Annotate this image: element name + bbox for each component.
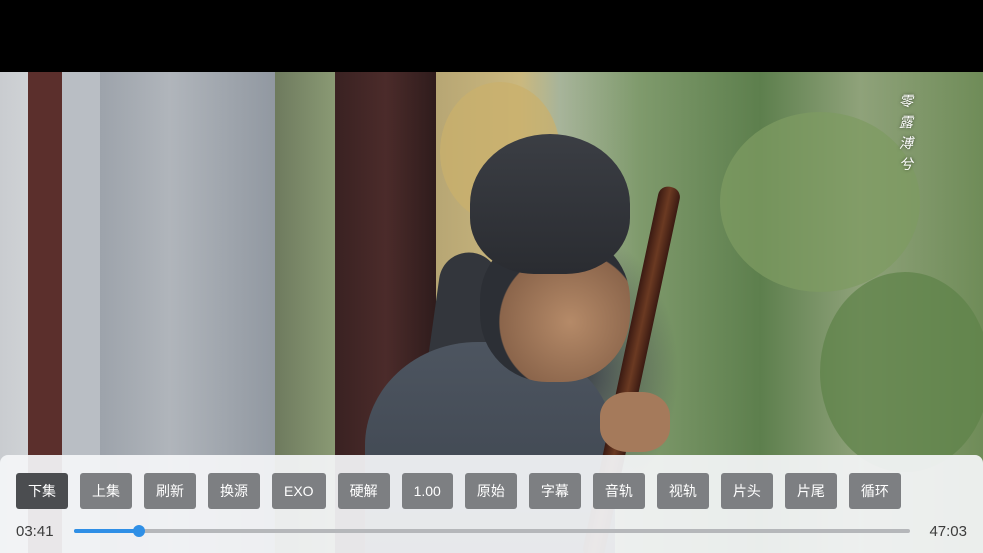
foliage [820,272,983,472]
seek-thumb[interactable] [133,525,146,537]
prev-episode-button[interactable]: 上集 [80,473,132,509]
playback-speed-button[interactable]: 1.00 [401,473,453,509]
current-time: 03:41 [16,523,54,540]
switch-source-button[interactable]: 换源 [208,473,260,509]
seek-bar[interactable] [74,525,910,537]
vertical-subtitle: 零露溥兮 [899,94,913,173]
subtitles-button[interactable]: 字幕 [528,473,581,509]
total-time: 47:03 [929,523,967,540]
decode-mode-button[interactable]: 硬解 [337,473,390,509]
musician-hand [600,392,670,452]
aspect-ratio-button[interactable]: 原始 [464,473,517,509]
player-engine-button[interactable]: EXO [272,473,326,509]
skip-opening-button[interactable]: 片头 [720,473,773,509]
control-button-row: 下集 上集 刷新 换源 EXO 硬解 1.00 原始 字幕 音轨 视轨 片头 片… [16,473,901,509]
skip-ending-button[interactable]: 片尾 [784,473,837,509]
seek-bar-progress [74,529,140,533]
loop-button[interactable]: 循环 [848,473,901,509]
player-control-panel: 下集 上集 刷新 换源 EXO 硬解 1.00 原始 字幕 音轨 视轨 片头 片… [0,455,983,553]
video-track-button[interactable]: 视轨 [656,473,709,509]
audio-track-button[interactable]: 音轨 [592,473,645,509]
next-episode-button[interactable]: 下集 [16,473,68,509]
musician-hat [470,134,630,274]
refresh-button[interactable]: 刷新 [144,473,196,509]
foliage [720,112,920,292]
